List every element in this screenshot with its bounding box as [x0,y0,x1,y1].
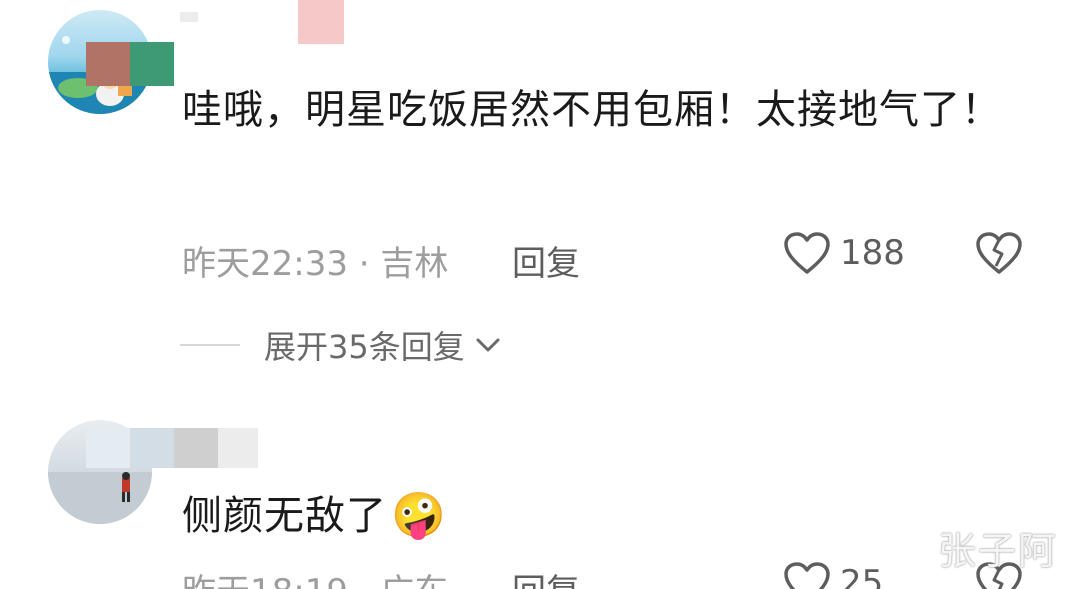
broken-heart-icon [976,232,1022,274]
comment-text: 侧颜无敌了 [182,493,387,539]
reply-button[interactable]: 回复 [512,236,580,285]
heart-icon [784,232,830,274]
username-redacted [180,0,350,44]
comment-text: 哇哦，明星吃饭居然不用包厢！太接地气了！ [182,87,1002,133]
heart-icon [784,562,830,589]
comment-time-location: 昨天22:33 · 吉林 [182,244,449,284]
username-redacted-overlay [86,42,176,86]
reply-button[interactable]: 回复 [512,564,580,589]
comment-meta: 昨天18:19 · 广东 [182,564,448,589]
emoji-icon: 🤪 [391,490,447,541]
comment-text-row: 侧颜无敌了 🤪 [182,478,1022,554]
chevron-down-icon [476,338,500,352]
comment-item: 哇哦，明星吃饭居然不用包厢！太接地气了！ 昨天22:33 · 吉林 回复 188… [0,0,1080,400]
username-redacted [86,428,266,468]
like-button[interactable]: 188 [782,230,905,276]
divider-line [180,344,240,346]
expand-replies-label: 展开35条回复 [264,328,465,366]
watermark: 张子阿 [937,529,1058,573]
redacted-blocks [86,428,258,468]
like-button[interactable]: 25 [782,560,883,589]
like-count: 25 [840,563,884,589]
dislike-button[interactable] [974,230,1024,280]
redacted-blocks-2 [86,42,174,86]
comment-item: 侧颜无敌了 🤪 昨天18:19 · 广东 回复 25 [0,400,1080,589]
redacted-blocks [180,0,344,44]
comment-meta: 昨天22:33 · 吉林 [182,236,448,285]
expand-replies-button[interactable]: 展开35条回复 [180,322,503,368]
like-count: 188 [840,233,905,273]
comment-time-location: 昨天18:19 · 广东 [182,564,448,589]
